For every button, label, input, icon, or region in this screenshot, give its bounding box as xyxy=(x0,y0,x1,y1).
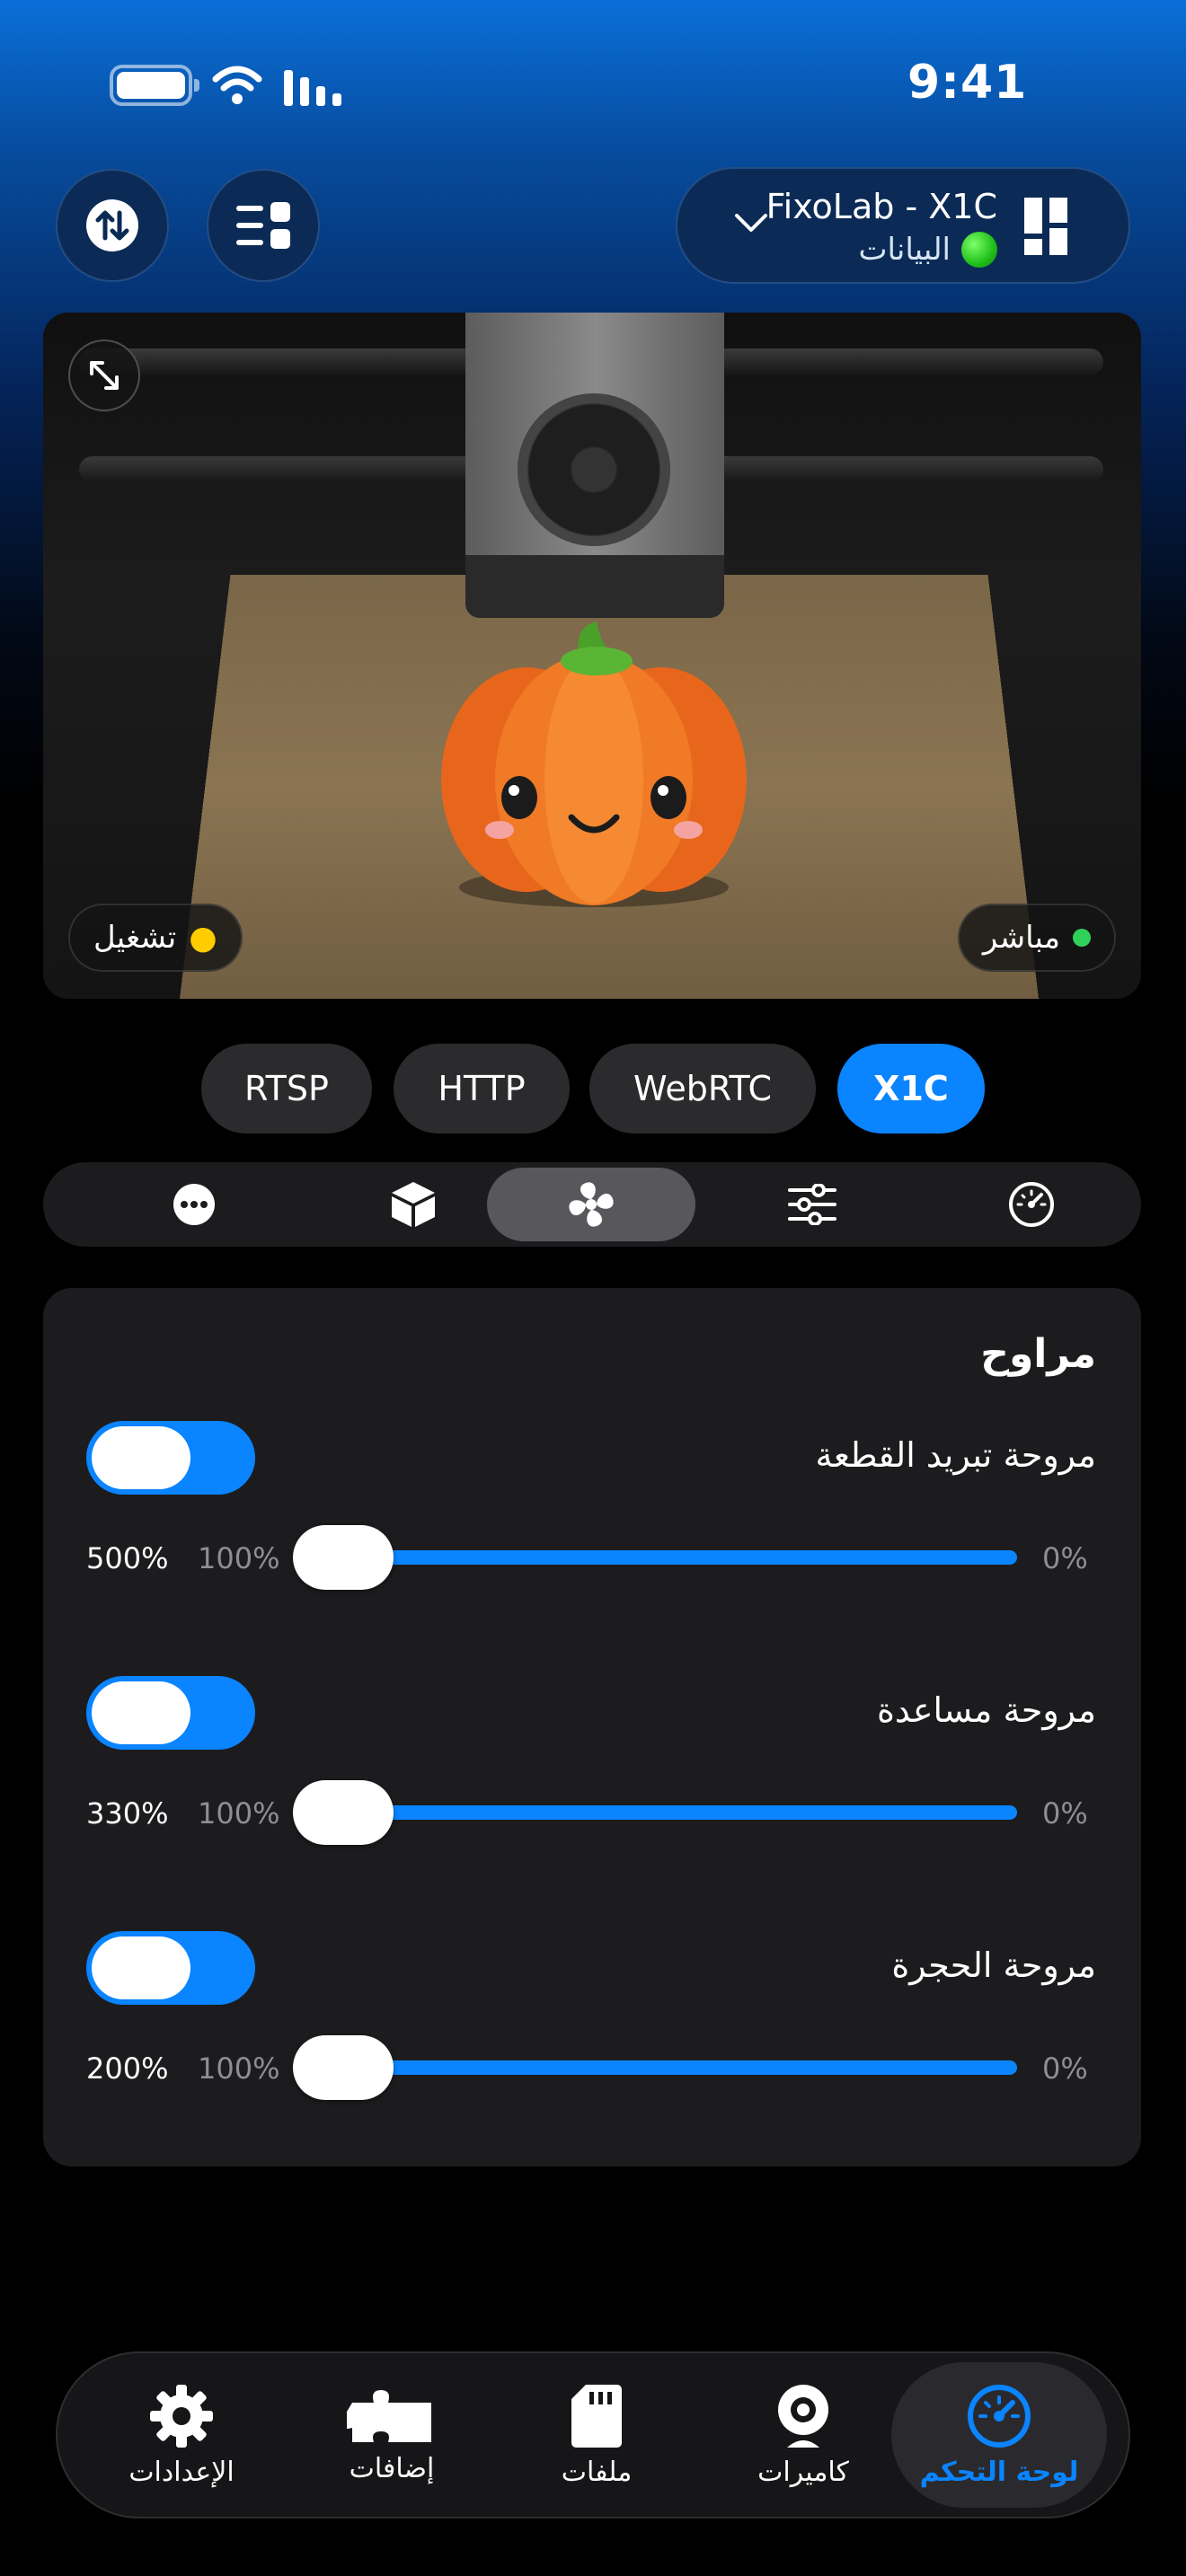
fan-mid-value: 100% xyxy=(198,2051,280,2086)
gauge-icon xyxy=(968,2384,1031,2448)
fan-max-value: 330% xyxy=(86,1796,169,1831)
fan-slider-thumb[interactable] xyxy=(293,2035,394,2100)
webcam-icon xyxy=(778,2384,828,2448)
nav-label: الإعدادات xyxy=(128,2456,235,2488)
printer-status-label: البيانات xyxy=(858,232,951,268)
nav-label: ملفات xyxy=(561,2456,633,2488)
sort-toggle-button[interactable] xyxy=(56,169,169,282)
camera-feed[interactable]: ● تشغيل مباشر xyxy=(43,313,1141,999)
sliders-icon xyxy=(788,1184,836,1225)
fan-label: مروحة الحجرة xyxy=(891,1945,1096,1985)
gear-icon xyxy=(150,2384,213,2448)
fan-toggle[interactable] xyxy=(86,1931,255,2005)
fan-icon xyxy=(569,1182,614,1227)
nav-settings[interactable]: الإعدادات xyxy=(74,2362,289,2508)
printer-name: FixoLab - X1C xyxy=(766,187,997,226)
source-rtsp[interactable]: RTSP xyxy=(201,1044,372,1134)
up-down-arrows-icon xyxy=(86,199,138,251)
fan-toggle[interactable] xyxy=(86,1421,255,1495)
list-grid-icon xyxy=(236,202,290,249)
nav-label: كاميرات xyxy=(757,2456,849,2488)
live-status-chip: مباشر xyxy=(957,904,1116,972)
live-dot-icon xyxy=(1073,929,1091,947)
nav-dashboard[interactable]: لوحة التحكم xyxy=(891,2362,1107,2508)
expand-camera-button[interactable] xyxy=(68,340,140,411)
tab-more[interactable] xyxy=(90,1168,298,1241)
puzzle-icon xyxy=(347,2389,431,2442)
speedometer-icon xyxy=(1009,1182,1054,1227)
fan-slider-track[interactable] xyxy=(313,1550,1017,1565)
battery-icon xyxy=(110,65,199,106)
fan-slider-thumb[interactable] xyxy=(293,1780,394,1845)
fan-slider-thumb[interactable] xyxy=(293,1525,394,1590)
printer-selector[interactable]: FixoLab - X1C البيانات xyxy=(676,167,1130,284)
tab-dashboard[interactable] xyxy=(927,1168,1136,1241)
light-label: تشغيل xyxy=(93,920,177,956)
pumpkin-print-image xyxy=(441,622,747,907)
tab-tuning[interactable] xyxy=(708,1168,916,1241)
fan-label: مروحة تبريد القطعة xyxy=(815,1435,1096,1475)
fan-min-value: 0% xyxy=(1042,1541,1088,1575)
status-dot-icon xyxy=(961,232,997,268)
fan-max-value: 500% xyxy=(86,1541,169,1575)
control-tabs xyxy=(43,1162,1141,1247)
source-http[interactable]: HTTP xyxy=(394,1044,570,1134)
fan-min-value: 0% xyxy=(1042,2051,1088,2086)
tab-fans[interactable] xyxy=(487,1168,695,1241)
nav-plugins[interactable]: إضافات xyxy=(284,2362,500,2508)
nav-files[interactable]: ملفات xyxy=(489,2362,704,2508)
source-webrtc[interactable]: WebRTC xyxy=(589,1044,816,1134)
expand-arrows-icon xyxy=(90,361,119,390)
fan-slider-track[interactable] xyxy=(313,1805,1017,1820)
fan-mid-value: 100% xyxy=(198,1796,280,1831)
live-label: مباشر xyxy=(982,920,1060,956)
lightbulb-icon: ● xyxy=(189,919,217,957)
source-x1c[interactable]: X1C xyxy=(837,1044,985,1134)
bottom-nav: الإعدادات إضافات ملفات كاميرات لوحة التح… xyxy=(56,2351,1130,2519)
status-time: 9:41 xyxy=(907,56,1028,110)
chevron-down-icon xyxy=(735,214,767,232)
sd-card-icon xyxy=(571,2384,622,2448)
light-toggle-chip[interactable]: ● تشغيل xyxy=(68,904,243,972)
fan-label: مروحة مساعدة xyxy=(877,1690,1096,1730)
fan-max-value: 200% xyxy=(86,2051,169,2086)
fan-toggle[interactable] xyxy=(86,1676,255,1750)
cellular-signal-icon xyxy=(284,70,341,106)
layout-menu-button[interactable] xyxy=(207,169,320,282)
nav-label: لوحة التحكم xyxy=(919,2456,1079,2488)
nav-cameras[interactable]: كاميرات xyxy=(695,2362,911,2508)
fan-slider-track[interactable] xyxy=(313,2060,1017,2075)
fan-min-value: 0% xyxy=(1042,1796,1088,1831)
card-title: مراوح xyxy=(980,1331,1096,1377)
more-icon xyxy=(173,1184,215,1225)
box-icon xyxy=(392,1182,435,1227)
wifi-icon xyxy=(212,66,262,104)
nav-label: إضافات xyxy=(349,2452,435,2484)
fans-card: مراوح مروحة تبريد القطعة 500% 100% 0% مر… xyxy=(43,1288,1141,2166)
printer-logo-icon xyxy=(1024,198,1067,255)
fan-mid-value: 100% xyxy=(198,1541,280,1575)
printer-status: البيانات xyxy=(858,232,997,268)
